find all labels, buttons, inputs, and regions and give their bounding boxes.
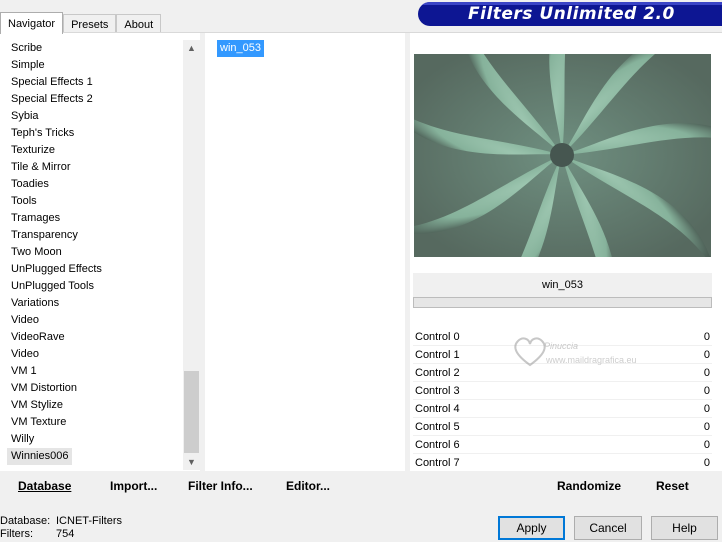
import-button-label: Import... <box>110 478 158 493</box>
status-database: Database: ICNET-Filters <box>0 515 122 527</box>
control-row[interactable]: Control 4 0 <box>413 400 712 418</box>
watermark-url: www.maildragrafica.eu <box>546 355 637 365</box>
cancel-button[interactable]: Cancel <box>574 516 642 540</box>
category-list[interactable]: Scribe Simple Special Effects 1 Special Eff… <box>7 40 183 465</box>
cancel-button-label: Cancel <box>589 521 627 535</box>
category-list-item[interactable]: Winnies006 <box>7 448 73 465</box>
category-list-item[interactable]: Scribe <box>7 40 42 57</box>
filter-list-item-selected[interactable]: win_053 <box>217 40 264 57</box>
control-value[interactable]: 0 <box>704 367 710 379</box>
control-label: Control 1 <box>415 348 460 361</box>
tab-presets-label: Presets <box>71 19 109 31</box>
category-list-item[interactable]: Video <box>7 346 39 363</box>
category-list-item[interactable]: Tramages <box>7 210 60 227</box>
randomize-button[interactable]: Randomize <box>557 471 621 500</box>
category-list-item[interactable]: Special Effects 2 <box>7 91 93 108</box>
category-list-item[interactable]: Simple <box>7 57 45 74</box>
category-list-item[interactable]: UnPlugged Effects <box>7 261 102 278</box>
category-list-item[interactable]: Video <box>7 312 39 329</box>
category-list-item[interactable]: VM 1 <box>7 363 37 380</box>
category-list-item[interactable]: Texturize <box>7 142 55 159</box>
import-button[interactable]: Import... <box>110 471 157 500</box>
help-button[interactable]: Help <box>651 516 718 540</box>
randomize-button-label: Randomize <box>557 478 622 493</box>
category-list-item[interactable]: Tile & Mirror <box>7 159 70 176</box>
tab-about-label: About <box>124 19 154 31</box>
list-separator <box>200 33 205 471</box>
category-list-item[interactable]: VM Stylize <box>7 397 63 414</box>
editor-button-label: Editor... <box>286 478 331 493</box>
control-label: Control 5 <box>415 420 460 433</box>
help-button-label: Help <box>672 521 697 535</box>
control-value[interactable]: 0 <box>704 439 710 451</box>
status-database-label: Database: <box>0 515 51 527</box>
apply-button-label: Apply <box>516 521 547 535</box>
tab-navigator-label: Navigator <box>8 17 56 30</box>
status-database-value: ICNET-Filters <box>56 515 122 527</box>
category-list-item[interactable]: UnPlugged Tools <box>7 278 94 295</box>
control-value[interactable]: 0 <box>704 385 710 397</box>
control-value[interactable]: 0 <box>704 331 710 343</box>
control-label: Control 4 <box>415 402 460 415</box>
preview-image <box>414 54 711 257</box>
watermark-title: Pinuccia <box>544 341 579 351</box>
category-list-item[interactable]: VM Distortion <box>7 380 77 397</box>
status-filters-label: Filters: <box>0 528 33 540</box>
category-list-item[interactable]: Two Moon <box>7 244 62 261</box>
tab-bar: Navigator Presets About <box>0 12 162 35</box>
status-filters-value: 754 <box>56 528 75 540</box>
control-label: Control 3 <box>415 384 460 397</box>
category-list-item[interactable]: Toadies <box>7 176 49 193</box>
control-value[interactable]: 0 <box>704 403 710 415</box>
control-label: Control 6 <box>415 438 460 451</box>
category-list-item[interactable]: Variations <box>7 295 59 312</box>
category-list-item[interactable]: Special Effects 1 <box>7 74 93 91</box>
category-list-item[interactable]: Transparency <box>7 227 78 244</box>
status-filters: Filters: 754 <box>0 528 74 540</box>
database-button[interactable]: Database <box>18 471 71 500</box>
reset-button-label: Reset <box>656 478 689 493</box>
watermark-heart-icon <box>514 337 546 367</box>
control-label: Control 0 <box>415 330 460 343</box>
filter-info-button-label: Filter Info... <box>188 478 253 493</box>
tab-navigator[interactable]: Navigator <box>0 12 64 34</box>
action-bar: Database Import... Filter Info... Editor… <box>0 471 722 500</box>
scroll-thumb[interactable] <box>184 371 199 453</box>
category-scrollbar[interactable]: ▲ ▼ <box>183 40 200 470</box>
reset-button[interactable]: Reset <box>656 471 689 500</box>
editor-button[interactable]: Editor... <box>286 471 330 500</box>
database-button-label: Database <box>18 478 72 493</box>
scroll-up-arrow-icon[interactable]: ▲ <box>183 40 200 56</box>
control-row[interactable]: Control 6 0 <box>413 436 712 454</box>
control-row[interactable]: Control 7 0 <box>413 454 712 472</box>
app-title: Filters Unlimited 2.0 <box>468 4 675 24</box>
control-label: Control 7 <box>415 456 460 469</box>
watermark: Pinuccia www.maildragrafica.eu <box>510 333 670 373</box>
control-row[interactable]: Control 3 0 <box>413 382 712 400</box>
category-list-item[interactable]: Tools <box>7 193 37 210</box>
filter-info-button[interactable]: Filter Info... <box>188 471 253 500</box>
control-row[interactable]: Control 5 0 <box>413 418 712 436</box>
category-list-item[interactable]: VideoRave <box>7 329 65 346</box>
scroll-down-arrow-icon[interactable]: ▼ <box>183 454 200 470</box>
control-value[interactable]: 0 <box>704 349 710 361</box>
apply-button[interactable]: Apply <box>498 516 565 540</box>
category-list-item[interactable]: Willy <box>7 431 34 448</box>
progress-bar <box>413 297 712 308</box>
preview-filter-name: win_053 <box>413 273 712 297</box>
control-label: Control 2 <box>415 366 460 379</box>
category-list-item[interactable]: Teph's Tricks <box>7 125 74 142</box>
category-list-item[interactable]: VM Texture <box>7 414 66 431</box>
control-value[interactable]: 0 <box>704 421 710 433</box>
app-banner: Filters Unlimited 2.0 <box>418 2 722 26</box>
control-value[interactable]: 0 <box>704 457 710 469</box>
category-list-item[interactable]: Sybia <box>7 108 39 125</box>
preview-separator <box>405 33 410 471</box>
